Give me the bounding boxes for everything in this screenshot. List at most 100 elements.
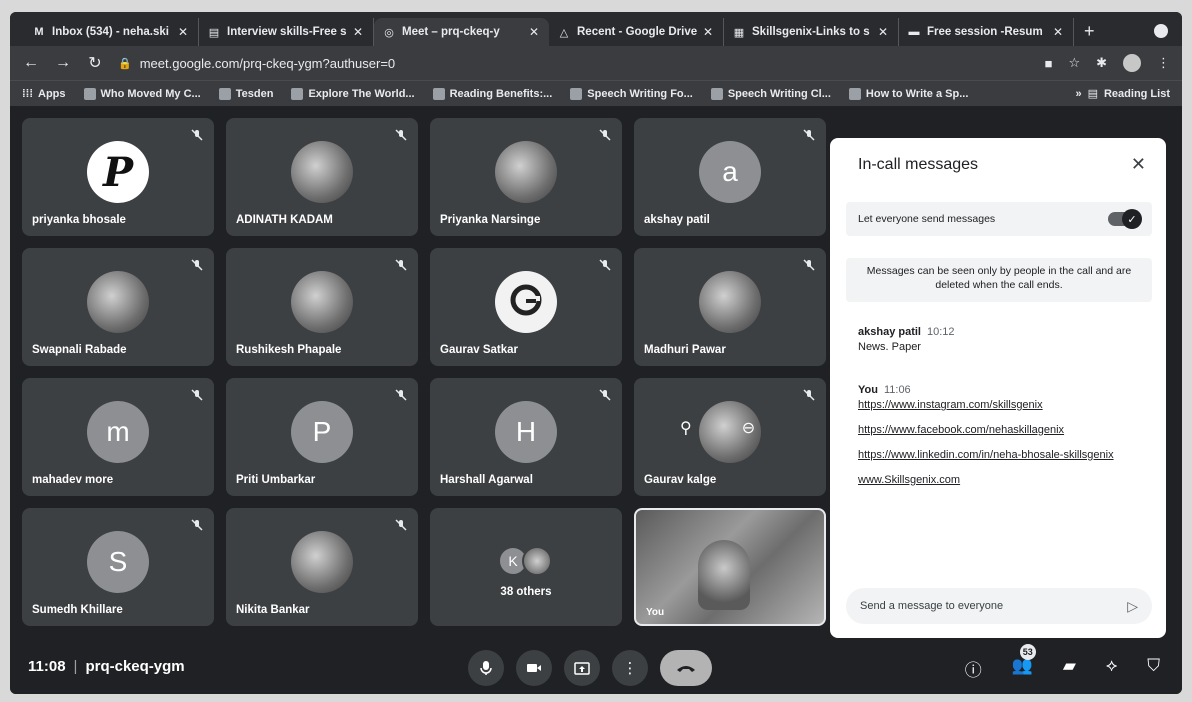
meeting-details: 11:08 | prq-ckeq-ygm [28,658,185,675]
mic-off-icon [598,388,612,402]
bookmark-star-icon[interactable]: ☆ [1068,55,1080,71]
participant-tile[interactable]: Gaurav Satkar [430,248,622,366]
participant-tile[interactable]: m mahadev more [22,378,214,496]
close-tab-icon[interactable]: ✕ [529,25,541,39]
tab-label: Interview skills-Free s [227,26,347,38]
camera-icon[interactable] [516,650,552,686]
participant-avatar [291,531,353,593]
meet-icon: ◎ [384,26,394,39]
activities-icon[interactable]: ⟡ [1106,656,1117,681]
bookmark-item[interactable]: How to Write a Sp... [848,87,968,100]
reload-icon[interactable]: ↻ [86,53,104,73]
leave-call-button[interactable] [660,650,712,686]
mic-off-icon [394,258,408,272]
chat-message: You 11:06 https://www.instagram.com/skill… [858,384,1152,499]
participant-name: Madhuri Pawar [644,344,726,356]
bookmark-favicon-icon [291,87,304,100]
reading-list-icon: ▤ [1087,88,1098,100]
microphone-icon[interactable] [468,650,504,686]
remove-participant-icon[interactable]: ⊖ [742,418,755,438]
participant-tile[interactable]: Priyanka Narsinge [430,118,622,236]
message-link[interactable]: https://www.linkedin.com/in/neha-bhosale… [858,449,1152,461]
more-options-icon[interactable]: ⋮ [612,650,648,686]
lock-icon[interactable]: 🔒 [118,57,132,70]
bookmark-item[interactable]: Speech Writing Cl... [710,87,831,100]
extensions-icon[interactable]: ✱ [1096,55,1107,71]
others-tile[interactable]: K 38 others [430,508,622,626]
participant-name: Rushikesh Phapale [236,344,342,356]
tab-skillsgenix-links[interactable]: ▦ Skillsgenix-Links to s ✕ [724,18,899,46]
pin-icon[interactable]: ⚲ [680,418,692,438]
message-sender: akshay patil [858,326,921,338]
address-bar[interactable]: 🔒 meet.google.com/prq-ckeq-ygm?authuser=… [118,50,1031,76]
send-messages-toggle[interactable]: ✓ [1108,209,1142,229]
send-icon[interactable]: ▷ [1127,598,1138,615]
tab-google-drive[interactable]: △ Recent - Google Drive ✕ [549,18,724,46]
mic-off-icon [802,128,816,142]
mic-off-icon [190,128,204,142]
people-icon[interactable]: 👥 53 [1012,644,1036,681]
bookmark-apps[interactable]: ⁞⁞⁞ Apps [22,88,66,100]
bookmark-item[interactable]: Speech Writing Fo... [570,87,693,100]
bookmark-item[interactable]: Tesden [218,87,274,100]
participant-name: Priti Umbarkar [236,474,316,486]
tab-interview-skills[interactable]: ▤ Interview skills-Free s ✕ [199,18,374,46]
bookmark-favicon-icon [848,87,861,100]
bookmark-item[interactable]: Explore The World... [291,87,415,100]
bookmark-favicon-icon [710,87,723,100]
self-video [698,540,750,610]
tab-label: Inbox (534) - neha.ski [52,26,169,38]
toolbar-actions: ■ ☆ ✱ ⋮ [1045,54,1170,72]
chat-icon[interactable]: ▰ [1063,656,1076,681]
more-bookmarks-icon[interactable]: » [1075,88,1081,100]
meeting-time: 11:08 [28,658,66,675]
participant-tile[interactable]: P Priti Umbarkar [226,378,418,496]
apps-grid-icon: ⁞⁞⁞ [22,87,33,100]
participant-tile[interactable]: Rushikesh Phapale [226,248,418,366]
camera-permission-icon[interactable]: ■ [1045,56,1053,71]
close-tab-icon[interactable]: ✕ [703,25,715,39]
message-link[interactable]: https://www.facebook.com/nehaskillagenix [858,424,1152,436]
tab-meet[interactable]: ◎ Meet – prq-ckeq-y ✕ [374,18,549,46]
reading-list[interactable]: » ▤ Reading List [1075,87,1170,101]
bookmark-label: Tesden [235,87,274,100]
participant-tile[interactable]: H Harshall Agarwal [430,378,622,496]
mic-off-icon [394,128,408,142]
forward-icon[interactable]: → [54,54,72,72]
message-link[interactable]: https://www.instagram.com/skillsgenix [858,399,1152,411]
host-controls-icon[interactable]: ⛉ [1147,656,1160,681]
tab-strip: M Inbox (534) - neha.ski ✕ ▤ Interview s… [10,12,1182,46]
participant-tile[interactable]: Nikita Bankar [226,508,418,626]
close-tab-icon[interactable]: ✕ [178,25,190,39]
message-link[interactable]: www.Skillsgenix.com [858,474,1152,486]
tab-gmail[interactable]: M Inbox (534) - neha.ski ✕ [24,18,199,46]
close-tab-icon[interactable]: ✕ [878,25,890,39]
tab-search-icon[interactable] [1154,24,1168,38]
profile-avatar[interactable] [1123,54,1141,72]
new-tab-button[interactable]: + [1074,21,1105,46]
participant-tile[interactable]: Madhuri Pawar [634,248,826,366]
close-icon[interactable]: ✕ [1131,154,1146,175]
bookmark-item[interactable]: Reading Benefits:... [432,87,552,100]
message-input[interactable]: Send a message to everyone ▷ [846,588,1152,624]
present-screen-icon[interactable] [564,650,600,686]
participant-tile[interactable]: ADINATH KADAM [226,118,418,236]
participant-tile[interactable]: a akshay patil [634,118,826,236]
close-tab-icon[interactable]: ✕ [353,25,365,39]
self-label: You [646,607,665,618]
check-icon: ✓ [1122,209,1142,229]
tab-free-session[interactable]: ▬ Free session -Resum ✕ [899,18,1074,46]
message-time: 10:12 [926,326,955,338]
participant-avatar: a [699,141,761,203]
meeting-details-icon[interactable]: ⓘ [965,656,982,681]
browser-toolbar: ← → ↻ 🔒 meet.google.com/prq-ckeq-ygm?aut… [10,46,1182,80]
participant-tile-hovered[interactable]: ⚲ ⊖ Gaurav kalge [634,378,826,496]
participant-tile[interactable]: Swapnali Rabade [22,248,214,366]
back-icon[interactable]: ← [22,54,40,72]
bookmark-item[interactable]: Who Moved My C... [83,87,201,100]
menu-kebab-icon[interactable]: ⋮ [1157,55,1170,71]
participant-tile[interactable]: S Sumedh Khillare [22,508,214,626]
participant-tile[interactable]: P priyanka bhosale [22,118,214,236]
close-tab-icon[interactable]: ✕ [1053,25,1065,39]
self-view-tile[interactable]: You [634,508,826,626]
